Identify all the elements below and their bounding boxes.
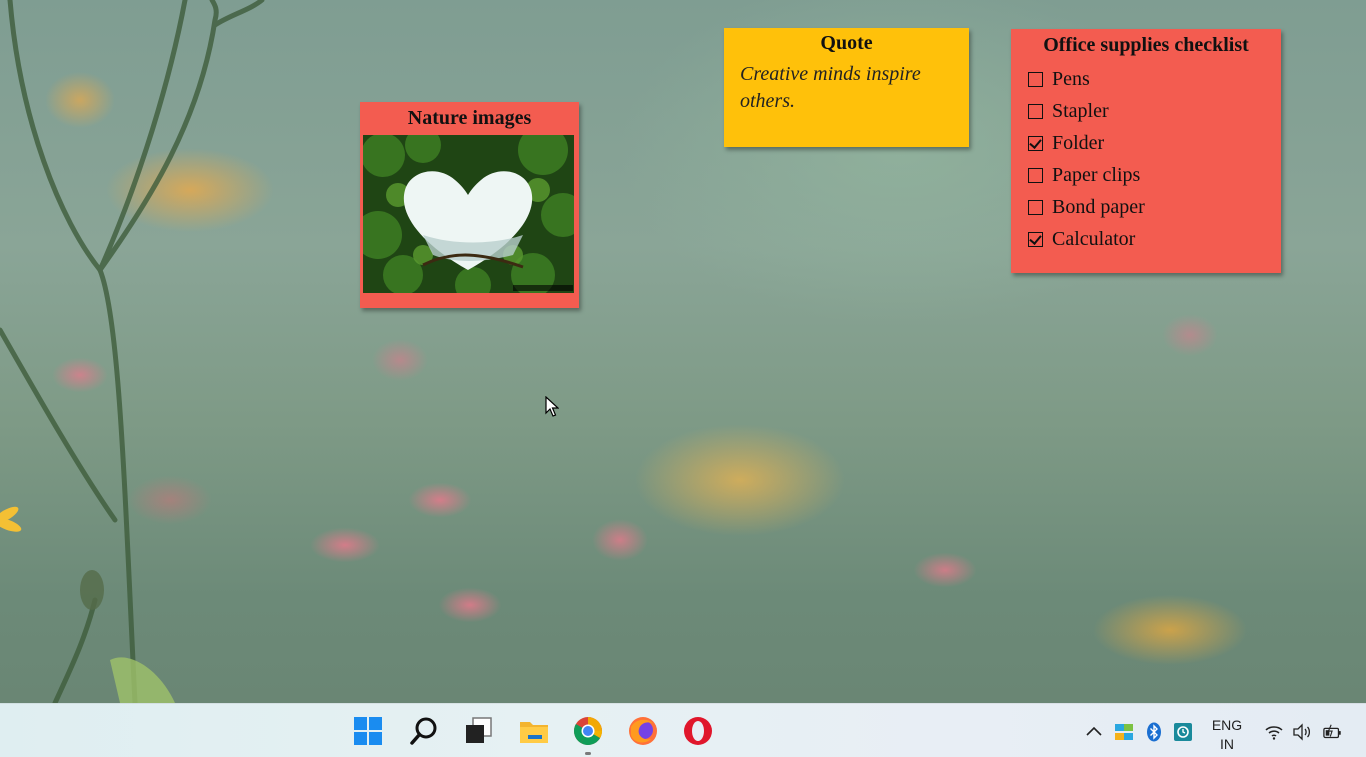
checklist-item-label: Paper clips [1052, 163, 1141, 186]
checklist-item-label: Stapler [1052, 99, 1109, 122]
battery-icon[interactable] [1323, 722, 1343, 742]
mouse-pointer-icon [545, 396, 559, 417]
checklist-item[interactable]: Folder [1028, 127, 1281, 159]
quote-text: Creative minds inspire others. [740, 63, 921, 112]
checklist-item[interactable]: Calculator [1028, 223, 1281, 255]
search-icon[interactable] [408, 715, 440, 747]
volume-icon[interactable] [1292, 722, 1312, 742]
firefox-icon[interactable] [627, 715, 659, 747]
wifi-icon[interactable] [1264, 722, 1284, 742]
checklist: Pens Stapler Folder Paper clips Bond pap… [1011, 63, 1281, 255]
checkbox[interactable] [1028, 167, 1043, 183]
windows-logo-icon[interactable] [352, 715, 384, 747]
note-title: Quote [820, 32, 873, 54]
sticky-note-office-checklist[interactable]: Office supplies checklist Pens Stapler F… [1011, 29, 1281, 273]
chevron-up-icon[interactable] [1084, 722, 1104, 742]
note-title: Office supplies checklist [1043, 34, 1249, 56]
taskbar: ENG IN [0, 703, 1366, 757]
opera-icon[interactable] [682, 715, 714, 747]
region-code: IN [1220, 736, 1234, 752]
bluetooth-icon[interactable] [1144, 722, 1164, 742]
language-code: ENG [1211, 717, 1243, 733]
checklist-item[interactable]: Bond paper [1028, 191, 1281, 223]
sticky-note-nature-images[interactable]: Nature images [360, 102, 579, 308]
language-indicator[interactable]: ENG IN [1206, 716, 1248, 754]
checklist-item-label: Folder [1052, 131, 1105, 154]
checklist-item-label: Pens [1052, 67, 1090, 90]
folder-icon[interactable] [518, 715, 550, 747]
note-title: Nature images [407, 107, 532, 129]
sticky-note-quote[interactable]: Quote Creative minds inspire others. [724, 28, 969, 147]
checkbox[interactable] [1028, 135, 1043, 151]
checklist-item[interactable]: Pens [1028, 63, 1281, 95]
checkbox[interactable] [1028, 231, 1043, 247]
checklist-item-label: Bond paper [1052, 195, 1145, 218]
sync-icon[interactable] [1173, 722, 1193, 742]
running-indicator [585, 752, 591, 755]
checklist-item[interactable]: Stapler [1028, 95, 1281, 127]
chrome-icon[interactable] [572, 715, 604, 747]
checklist-item[interactable]: Paper clips [1028, 159, 1281, 191]
task-view-icon[interactable] [463, 715, 495, 747]
checkbox[interactable] [1028, 199, 1043, 215]
checkbox[interactable] [1028, 103, 1043, 119]
checkbox[interactable] [1028, 71, 1043, 87]
network-apps-icon[interactable] [1114, 722, 1134, 742]
nature-heart-image[interactable] [363, 135, 574, 293]
checklist-item-label: Calculator [1052, 227, 1136, 250]
